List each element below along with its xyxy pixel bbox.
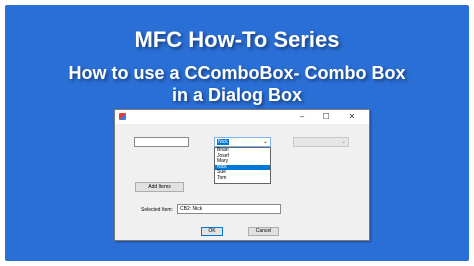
chevron-down-icon[interactable]: ⌄: [262, 138, 269, 146]
selected-item-label: Selected Item:: [141, 207, 173, 213]
disabled-combo-box[interactable]: ⌄: [293, 137, 349, 147]
add-items-button[interactable]: Add Items: [135, 182, 184, 192]
item-edit-box[interactable]: [134, 137, 189, 147]
series-title: MFC How-To Series: [134, 27, 340, 52]
combo-selected-value: Nick: [217, 139, 229, 145]
maximize-button[interactable]: ☐: [315, 110, 337, 124]
subtitle-line-2: in a Dialog Box: [171, 85, 303, 105]
dialog-window: – ☐ ✕ Nick ⌄ Brian Josef Mary Nick Sue T…: [114, 109, 370, 241]
close-button[interactable]: ✕: [341, 110, 363, 124]
names-combo-box[interactable]: Nick ⌄: [214, 137, 271, 147]
chevron-down-icon: ⌄: [340, 139, 347, 145]
cancel-button[interactable]: Cancel: [248, 227, 279, 236]
dialog-titlebar: – ☐ ✕: [115, 110, 369, 124]
combo-dropdown-list: Brian Josef Mary Nick Sue Tom: [214, 147, 271, 184]
app-icon: [119, 113, 126, 120]
selected-item-field[interactable]: CB2: Nick: [177, 204, 281, 214]
subtitle-line-1: How to use a CComboBox- Combo Box: [68, 63, 406, 83]
minimize-button[interactable]: –: [291, 110, 313, 124]
ok-button[interactable]: OK: [201, 227, 223, 236]
dropdown-item[interactable]: Tom: [215, 175, 270, 182]
